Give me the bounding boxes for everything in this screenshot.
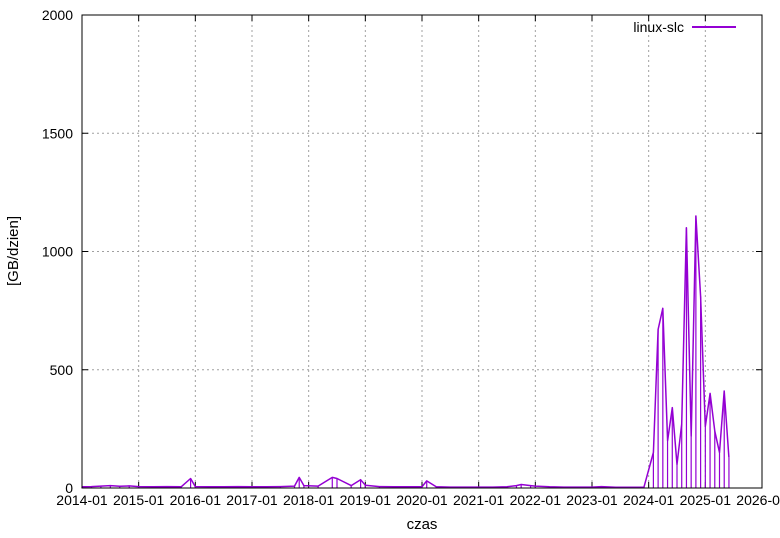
legend: linux-slc (633, 19, 736, 35)
x-tick-label: 2014-01 (56, 492, 108, 508)
y-tick-label: 1500 (42, 125, 73, 141)
x-tick-label: 2022-01 (510, 492, 562, 508)
x-tick-label: 2017-01 (226, 492, 278, 508)
series-line-linux-slc (81, 215, 730, 489)
x-tick-label: 2026-01 (736, 492, 780, 508)
series-layer (81, 215, 730, 489)
x-tick-label: 2020-01 (396, 492, 448, 508)
x-tick-label: 2025-01 (680, 492, 732, 508)
x-tick-label: 2018-01 (283, 492, 335, 508)
x-tick-label: 2024-01 (623, 492, 675, 508)
y-tick-label: 500 (50, 362, 74, 378)
y-axis-label: [GB/dzien] (5, 216, 22, 286)
x-tick-label: 2016-01 (170, 492, 222, 508)
x-tick-label: 2019-01 (340, 492, 392, 508)
x-tick-labels: 2014-01 2015-01 2016-01 2017-01 2018-01 2019-… (56, 492, 780, 508)
y-tick-label: 2000 (42, 7, 73, 23)
x-tick-label: 2015-01 (113, 492, 165, 508)
y-tick-labels: 0 500 1000 1500 2000 (42, 7, 73, 496)
grid-lines (82, 15, 762, 488)
x-axis-label: czas (407, 516, 438, 533)
y-tick-label: 0 (65, 480, 73, 496)
x-tick-label: 2021-01 (453, 492, 505, 508)
chart: 2014-01 2015-01 2016-01 2017-01 2018-01 2019-… (5, 7, 780, 533)
legend-label-linux-slc: linux-slc (633, 19, 684, 35)
y-tick-label: 1000 (42, 244, 73, 260)
x-tick-label: 2023-01 (566, 492, 618, 508)
